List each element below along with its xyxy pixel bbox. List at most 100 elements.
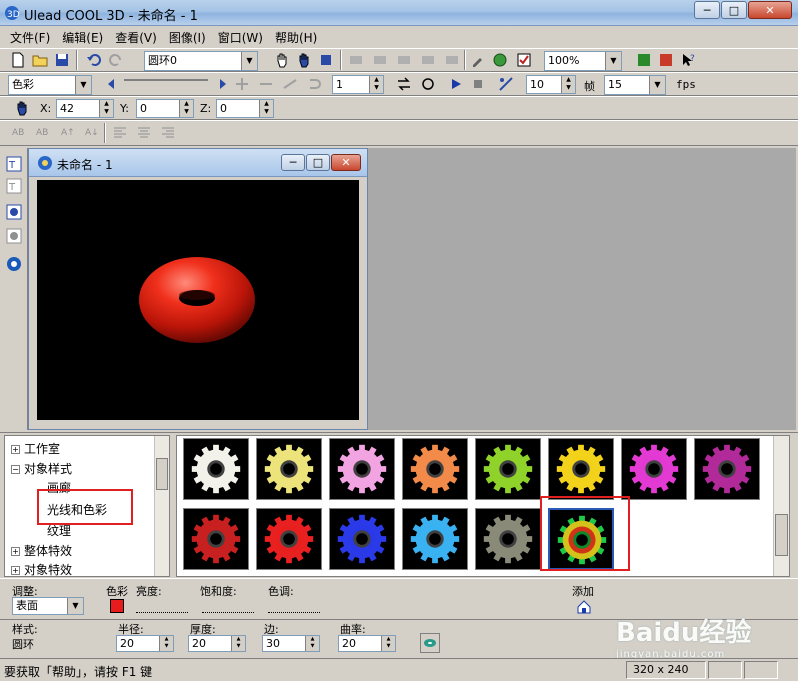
menu-view[interactable]: 查看(V) [109, 29, 163, 46]
loop-icon[interactable] [418, 74, 438, 94]
spin-arrows-icon[interactable]: ▲ ▼ [259, 100, 273, 117]
preset-thumbnail[interactable] [475, 438, 541, 500]
text-spacing-icon[interactable]: AB [10, 123, 30, 143]
layout-5-icon[interactable] [442, 50, 462, 70]
tree-item-studio[interactable]: + 工作室 [11, 440, 60, 457]
menu-window[interactable]: 窗口(W) [212, 29, 269, 46]
speed-input[interactable]: 10 ▲ ▼ [526, 75, 576, 94]
render-icon[interactable] [634, 50, 654, 70]
preset-thumbnail[interactable] [475, 508, 541, 570]
loop-key-icon[interactable] [304, 74, 324, 94]
tree-item-global-fx[interactable]: + 整体特效 [11, 542, 72, 559]
size-icon[interactable] [316, 50, 336, 70]
tree-item-object-fx[interactable]: + 对象特效 [11, 561, 72, 578]
remove-key-icon[interactable] [256, 74, 276, 94]
line-spacing-icon[interactable]: A↑ [58, 123, 78, 143]
rotate-hand-icon[interactable] [294, 50, 314, 70]
help-pointer-icon[interactable]: ? [678, 50, 698, 70]
gallery-scroll-thumb[interactable] [775, 514, 788, 556]
tree-scrollbar[interactable] [154, 436, 169, 576]
save-icon[interactable] [52, 50, 72, 70]
insert-object-icon[interactable] [4, 254, 24, 274]
spin-arrows-icon[interactable]: ▲ ▼ [369, 76, 383, 93]
stop-icon[interactable] [468, 74, 488, 94]
zoom-select[interactable]: 100% ▼ [544, 51, 622, 71]
spin-arrows-icon[interactable]: ▲ ▼ [159, 636, 173, 651]
spin-arrows-icon[interactable]: ▲ ▼ [381, 636, 395, 651]
hue-slider[interactable] [268, 601, 320, 613]
reverse-key-icon[interactable] [280, 74, 300, 94]
layout-2-icon[interactable] [370, 50, 390, 70]
menu-file[interactable]: 文件(F) [4, 29, 56, 46]
doc-close-button[interactable]: ✕ [331, 154, 361, 171]
color-swatch[interactable] [110, 599, 124, 613]
preset-thumbnail[interactable] [329, 438, 395, 500]
expand-icon[interactable]: + [11, 547, 20, 556]
tree-item-object-style[interactable]: − 对象样式 [11, 460, 72, 477]
torus-shape-icon[interactable] [420, 633, 440, 653]
add-key-icon[interactable] [232, 74, 252, 94]
edit-shape-icon[interactable] [4, 226, 24, 246]
preset-thumbnail[interactable] [402, 508, 468, 570]
line-spacing-down-icon[interactable]: A↓ [82, 123, 102, 143]
play-icon[interactable] [446, 74, 466, 94]
spin-arrows-icon[interactable]: ▲ ▼ [231, 636, 245, 651]
torus-object[interactable] [37, 180, 359, 420]
hand-icon[interactable] [272, 50, 292, 70]
attribute-select[interactable]: 色彩 ▼ [8, 75, 92, 95]
layout-4-icon[interactable] [418, 50, 438, 70]
preset-thumbnail[interactable] [621, 438, 687, 500]
preset-thumbnail[interactable] [402, 438, 468, 500]
edit-text-icon[interactable]: T [4, 176, 24, 196]
spin-arrows-icon[interactable]: ▲ ▼ [561, 76, 575, 93]
adjust-select[interactable]: 表面 ▼ [12, 597, 84, 615]
align-center-icon[interactable] [134, 123, 154, 143]
text-spacing-tight-icon[interactable]: AB [34, 123, 54, 143]
gallery-scrollbar[interactable] [773, 436, 789, 576]
doc-minimize-button[interactable]: ─ [281, 154, 305, 171]
expand-icon[interactable]: + [11, 566, 20, 575]
align-right-icon[interactable] [158, 123, 178, 143]
insert-shape-icon[interactable] [4, 202, 24, 222]
edge-input[interactable]: 30 ▲ ▼ [262, 635, 320, 652]
menu-image[interactable]: 图像(I) [163, 29, 212, 46]
render-canvas[interactable] [37, 180, 359, 420]
frame-count-select[interactable]: 15 ▼ [604, 75, 666, 95]
preset-thumbnail[interactable] [694, 438, 760, 500]
frame-input[interactable]: 1 ▲ ▼ [332, 75, 384, 94]
timeline-slider[interactable] [124, 79, 208, 91]
first-frame-icon[interactable] [104, 74, 124, 94]
radius-input[interactable]: 20 ▲ ▼ [116, 635, 174, 652]
maximize-button[interactable]: □ [721, 1, 747, 19]
export-icon[interactable] [656, 50, 676, 70]
eyedropper-icon[interactable] [468, 50, 488, 70]
preset-thumbnail[interactable] [329, 508, 395, 570]
layout-1-icon[interactable] [346, 50, 366, 70]
add-house-icon[interactable] [574, 597, 594, 617]
doc-maximize-button[interactable]: □ [306, 154, 330, 171]
preset-thumbnail[interactable] [256, 508, 322, 570]
expand-icon[interactable]: + [11, 445, 20, 454]
align-left-icon[interactable] [110, 123, 130, 143]
close-button[interactable]: ✕ [748, 1, 792, 19]
tree-scroll-thumb[interactable] [156, 458, 168, 490]
saturation-slider[interactable] [202, 601, 254, 613]
object-select[interactable]: 圆环0 ▼ [144, 51, 258, 71]
menu-help[interactable]: 帮助(H) [269, 29, 323, 46]
collapse-icon[interactable]: − [11, 465, 20, 474]
new-file-icon[interactable] [8, 50, 28, 70]
thickness-input[interactable]: 20 ▲ ▼ [188, 635, 246, 652]
z-input[interactable]: 0 ▲ ▼ [216, 99, 274, 118]
preset-thumbnail[interactable] [256, 438, 322, 500]
y-input[interactable]: 0 ▲ ▼ [136, 99, 194, 118]
minimize-button[interactable]: ─ [694, 1, 720, 19]
spin-arrows-icon[interactable]: ▲ ▼ [305, 636, 319, 651]
curvature-input[interactable]: 20 ▲ ▼ [338, 635, 396, 652]
checkbox-view-icon[interactable] [514, 50, 534, 70]
layout-3-icon[interactable] [394, 50, 414, 70]
open-folder-icon[interactable] [30, 50, 50, 70]
globe-icon[interactable] [490, 50, 510, 70]
swap-icon[interactable] [394, 74, 414, 94]
insert-text-icon[interactable]: T [4, 154, 24, 174]
spin-arrows-icon[interactable]: ▲ ▼ [99, 100, 113, 117]
